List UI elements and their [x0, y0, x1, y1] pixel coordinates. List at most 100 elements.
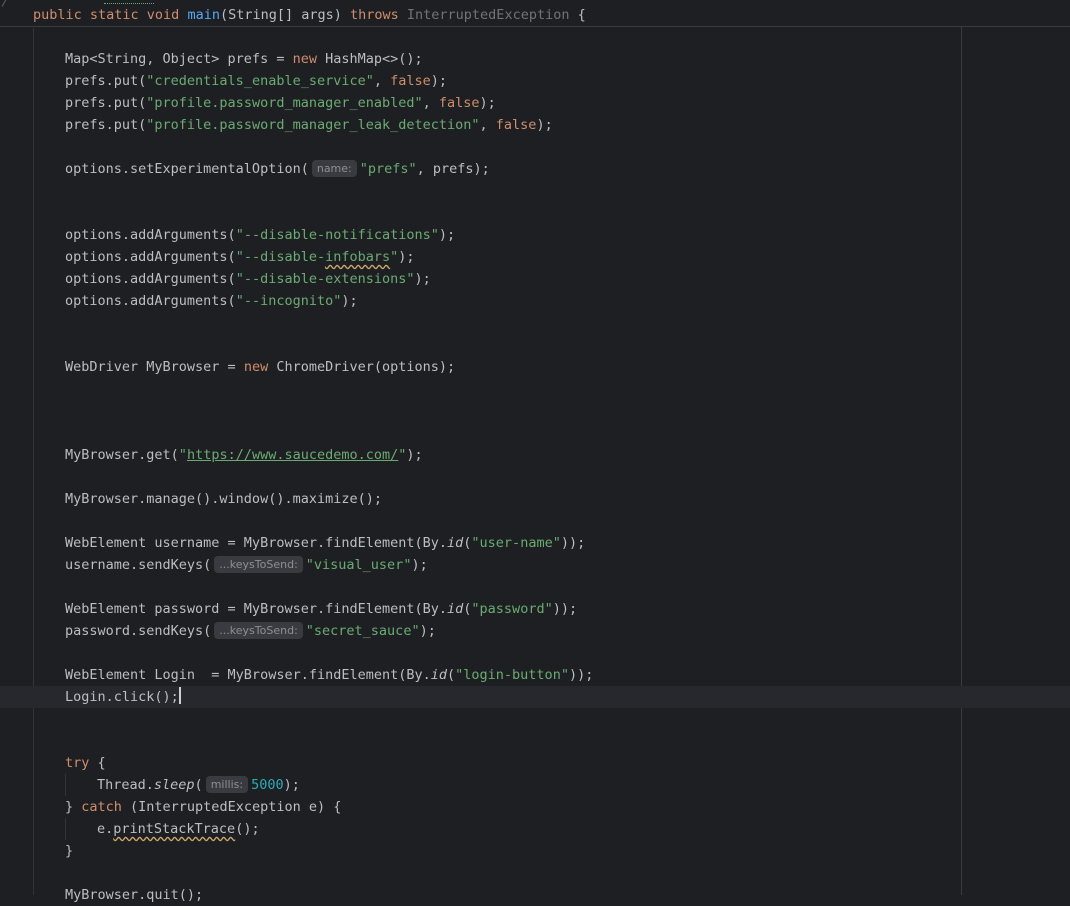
code-token: ( — [447, 667, 456, 683]
code-token: password.sendKeys( — [65, 623, 212, 639]
code-token: false — [390, 73, 431, 89]
code-line[interactable]: options.addArguments("--incognito"); — [65, 290, 358, 312]
code-line[interactable]: WebElement Login = MyBrowser.findElement… — [65, 664, 593, 686]
code-token: Login.click(); — [65, 689, 179, 705]
code-token: false — [495, 117, 537, 133]
code-token: (String[] args) — [219, 7, 350, 23]
code-token: Map<String, Object> prefs = — [65, 51, 293, 67]
code-token: ); — [438, 227, 456, 243]
code-token: )); — [552, 601, 578, 617]
code-token: { — [569, 7, 586, 23]
code-token: "profile.password_manager_leak_detection… — [146, 117, 480, 133]
code-token: prefs.put( — [65, 95, 147, 111]
code-token: "profile.password_manager_enabled" — [146, 95, 423, 111]
code-token: ); — [398, 249, 415, 265]
code-token: , prefs); — [416, 161, 490, 177]
code-token: (); — [235, 821, 260, 837]
code-token: "--disable-notifications" — [235, 227, 439, 243]
code-token: "--disable-extensions" — [235, 271, 415, 287]
code-token: ); — [479, 95, 496, 111]
code-line[interactable]: prefs.put("credentials_enable_service", … — [65, 70, 447, 92]
code-token: options.addArguments( — [65, 293, 236, 309]
code-line[interactable]: options.setExperimentalOption(name: "pref… — [65, 158, 490, 180]
code-token: new — [243, 359, 277, 375]
code-token: " — [178, 447, 187, 463]
code-token: ); — [411, 557, 428, 573]
code-line[interactable]: try { — [65, 752, 106, 774]
code-line[interactable]: options.addArguments("--disable-notifica… — [65, 224, 455, 246]
code-line[interactable]: prefs.put("profile.password_manager_leak… — [65, 114, 553, 136]
indent-guide — [33, 28, 34, 895]
code-line[interactable]: password.sendKeys(...keysToSend: "secret_… — [65, 620, 436, 642]
code-line[interactable]: Map<String, Object> prefs = new HashMap<… — [65, 48, 423, 70]
code-line[interactable]: } — [65, 840, 73, 862]
code-token: { — [89, 755, 106, 771]
indent-guide-catch — [65, 818, 66, 840]
code-token: (InterruptedException e) { — [121, 799, 342, 815]
parameter-hint: millis: — [205, 776, 249, 793]
code-line[interactable]: MyBrowser.manage().window().maximize(); — [65, 488, 382, 510]
indent-guide-try — [65, 774, 66, 796]
code-token: "--disable- — [235, 249, 326, 265]
code-token: InterruptedException — [406, 7, 570, 23]
code-token: throws — [350, 7, 407, 23]
code-line[interactable]: MyBrowser.quit(); — [65, 884, 203, 906]
code-editor[interactable]: public static void main(String[] args) t… — [0, 0, 1070, 903]
code-token: HashMap<>(); — [325, 51, 423, 67]
code-token: new — [292, 51, 326, 67]
code-line[interactable]: MyBrowser.get("https://www.saucedemo.com… — [65, 444, 423, 466]
code-token: "password" — [471, 601, 553, 617]
right-margin-guide — [961, 26, 962, 895]
code-token: ChromeDriver(options); — [276, 359, 456, 375]
code-token: WebElement Login = MyBrowser.findElement… — [65, 667, 431, 683]
code-line[interactable]: e.printStackTrace(); — [97, 818, 260, 840]
code-token: "visual_user" — [305, 557, 412, 573]
parameter-hint: ...keysToSend: — [214, 556, 303, 573]
code-token: try — [65, 755, 90, 771]
code-token: MyBrowser.manage().window().maximize(); — [65, 491, 382, 507]
code-token: MyBrowser.get( — [65, 447, 179, 463]
code-token: prefs.put( — [65, 73, 147, 89]
code-token: "credentials_enable_service" — [146, 73, 374, 89]
code-token: )); — [568, 667, 594, 683]
code-line[interactable]: } catch (InterruptedException e) { — [65, 796, 341, 818]
parameter-hint: name: — [311, 160, 357, 177]
code-line[interactable]: options.addArguments("--disable-infobars… — [65, 246, 415, 268]
code-token: ); — [414, 271, 431, 287]
code-token: , — [373, 73, 391, 89]
code-token: prefs.put( — [65, 117, 147, 133]
code-token: Thread. — [97, 777, 154, 793]
code-token: main — [187, 7, 220, 23]
code-token: "prefs" — [359, 161, 417, 177]
code-token: } — [65, 843, 74, 859]
code-token: printStackTrace — [113, 821, 236, 837]
code-line[interactable]: WebElement username = MyBrowser.findElem… — [65, 532, 585, 554]
code-token: ( — [194, 777, 203, 793]
code-token: options.addArguments( — [65, 249, 236, 265]
code-token: options.addArguments( — [65, 227, 236, 243]
fold-marker-icon[interactable] — [1, 0, 14, 11]
code-token: public static void — [33, 7, 188, 23]
url-link[interactable]: https://www.saucedemo.com/ — [187, 447, 398, 463]
code-token: "--incognito" — [235, 293, 342, 309]
code-line[interactable]: prefs.put("profile.password_manager_enab… — [65, 92, 496, 114]
code-token: options.addArguments( — [65, 271, 236, 287]
code-token: , — [422, 95, 439, 111]
code-token: ); — [536, 117, 553, 133]
code-line-method-signature[interactable]: public static void main(String[] args) t… — [33, 4, 586, 26]
code-token: ); — [419, 623, 436, 639]
code-token: sleep — [153, 777, 195, 793]
code-line[interactable]: options.addArguments("--disable-extensio… — [65, 268, 431, 290]
code-line[interactable]: WebElement password = MyBrowser.findElem… — [65, 598, 577, 620]
code-token: "secret_sauce" — [305, 623, 420, 639]
code-token: WebDriver MyBrowser = — [65, 359, 244, 375]
code-line[interactable]: Thread.sleep(millis: 5000); — [97, 774, 300, 796]
code-line[interactable]: username.sendKeys(...keysToSend: "visual_… — [65, 554, 428, 576]
sticky-header-divider — [0, 26, 1070, 27]
code-token: username.sendKeys( — [65, 557, 212, 573]
code-line[interactable]: WebDriver MyBrowser = new ChromeDriver(o… — [65, 356, 455, 378]
code-token: MyBrowser.quit(); — [65, 887, 204, 903]
code-token: WebElement password = MyBrowser.findElem… — [65, 601, 448, 617]
code-line-current[interactable]: Login.click(); — [65, 686, 181, 708]
code-token: "user-name" — [471, 535, 561, 551]
